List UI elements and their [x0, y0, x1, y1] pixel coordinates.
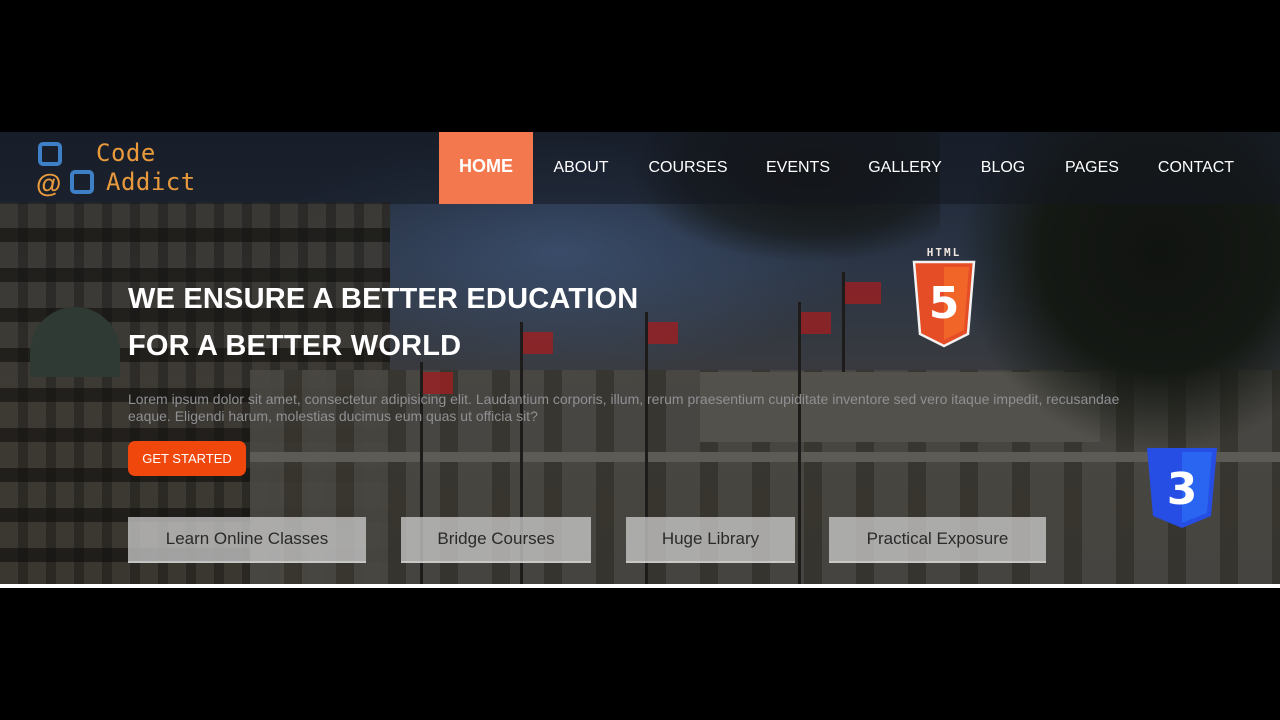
- hero-description: Lorem ipsum dolor sit amet, consectetur …: [128, 391, 1120, 424]
- flag: [523, 332, 553, 354]
- feature-huge-library[interactable]: Huge Library: [626, 517, 795, 563]
- flag: [648, 322, 678, 344]
- flag: [801, 312, 831, 334]
- hero-headline-line1: WE ENSURE A BETTER EDUCATION: [128, 283, 639, 315]
- css3-shield-icon: 3: [1147, 448, 1217, 528]
- flag-pole: [798, 302, 801, 584]
- nav-contact[interactable]: CONTACT: [1150, 132, 1242, 204]
- css3-number: 3: [1167, 464, 1198, 515]
- nav-gallery[interactable]: GALLERY: [862, 132, 948, 204]
- nav-blog[interactable]: BLOG: [974, 132, 1032, 204]
- hero-headline-line2: FOR A BETTER WORLD: [128, 330, 462, 362]
- logo-square-icon: [38, 142, 62, 166]
- brand-name-line2: Addict: [106, 168, 196, 196]
- nav-events[interactable]: EVENTS: [758, 132, 838, 204]
- feature-learn-online-classes[interactable]: Learn Online Classes: [128, 517, 366, 563]
- logo-at-icon: @: [36, 168, 62, 198]
- nav-pages[interactable]: PAGES: [1058, 132, 1126, 204]
- logo-square-icon: [70, 170, 94, 194]
- html5-number: 5: [929, 278, 960, 329]
- nav-about[interactable]: ABOUT: [546, 132, 616, 204]
- flag: [845, 282, 881, 304]
- feature-bridge-courses[interactable]: Bridge Courses: [401, 517, 591, 563]
- get-started-button[interactable]: GET STARTED: [128, 441, 246, 476]
- nav-courses[interactable]: COURSES: [642, 132, 734, 204]
- nav-home[interactable]: HOME: [439, 132, 533, 204]
- brand-name-line1: Code: [96, 139, 156, 167]
- brand-logo[interactable]: @ Code Addict: [36, 140, 206, 198]
- html5-shield-icon: 5: [912, 260, 976, 348]
- feature-practical-exposure[interactable]: Practical Exposure: [829, 517, 1046, 563]
- html5-label: HTML: [926, 246, 962, 259]
- bottom-divider: [0, 584, 1280, 588]
